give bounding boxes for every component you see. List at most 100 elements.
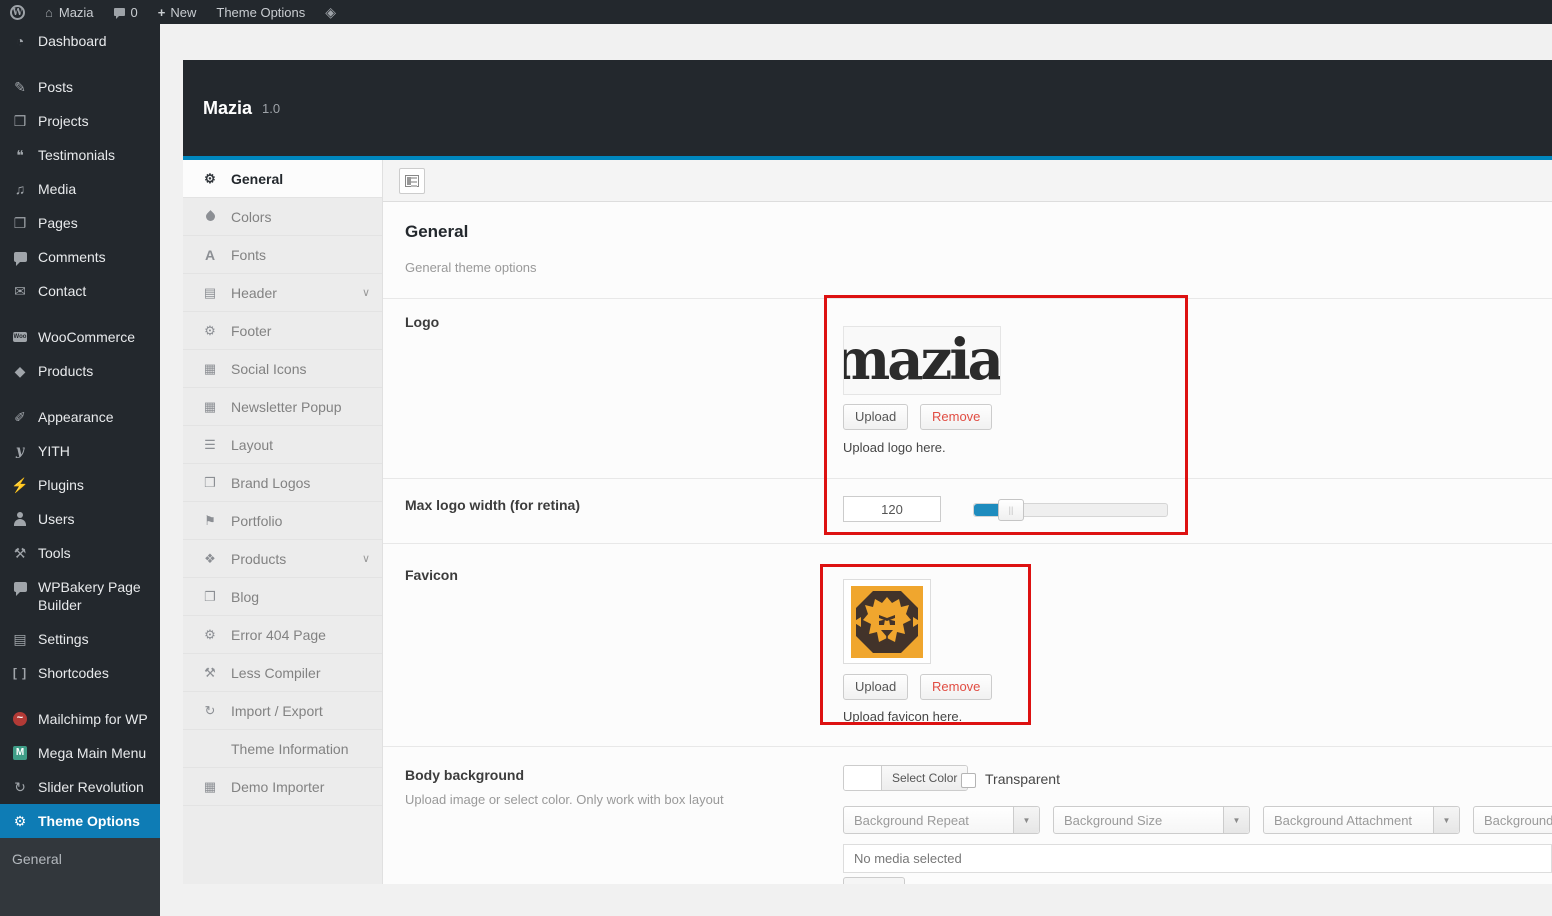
sidebar-item-theme-options[interactable]: ⚙ Theme Options	[0, 804, 160, 838]
tab-header[interactable]: ▤ Header ∨	[183, 274, 382, 312]
color-picker[interactable]: Select Color	[843, 765, 969, 791]
slider-revolution-icon: ↻	[14, 779, 26, 795]
media-upload-field[interactable]: No media selected	[843, 844, 1552, 873]
menu-separator	[0, 308, 160, 320]
wordpress-logo[interactable]: W	[0, 0, 35, 24]
folder-icon: ❒	[13, 113, 27, 129]
theme-options-menu[interactable]: Theme Options	[206, 0, 315, 24]
media-upload-button-partial[interactable]	[843, 877, 905, 884]
background-repeat-select[interactable]: Background Repeat ▼	[843, 806, 1040, 834]
tab-label: General	[231, 170, 284, 187]
tab-layout[interactable]: ☰ Layout	[183, 426, 382, 464]
logo-field-label: Logo	[405, 314, 440, 330]
user-icon	[13, 511, 27, 527]
header-icon: ▤	[203, 284, 217, 300]
sidebar-item-yith[interactable]: y YITH	[0, 434, 160, 468]
menu-separator	[0, 690, 160, 702]
tab-newsletter-popup[interactable]: ▦ Newsletter Popup	[183, 388, 382, 426]
tab-demo-importer[interactable]: ▦ Demo Importer	[183, 768, 382, 806]
wordpress-logo-icon: W	[10, 4, 25, 20]
tab-theme-information[interactable]: Theme Information	[183, 730, 382, 768]
sidebar-item-label: Products	[38, 363, 94, 379]
sidebar-item-label: Settings	[38, 631, 89, 647]
slider-handle[interactable]: ||	[998, 499, 1024, 521]
tab-label: Import / Export	[231, 702, 323, 719]
panel-header: Mazia 1.0	[183, 60, 1552, 160]
sidebar-item-label: Mailchimp for WP	[38, 711, 148, 727]
favicon-upload-button[interactable]: Upload	[843, 674, 909, 700]
tab-products[interactable]: ❖ Products ∨	[183, 540, 382, 578]
sidebar-item-users[interactable]: Users	[0, 502, 160, 536]
background-attachment-select[interactable]: Background Attachment ▼	[1263, 806, 1460, 834]
sidebar-item-testimonials[interactable]: ❝ Testimonials	[0, 138, 160, 172]
tab-fonts[interactable]: A Fonts	[183, 236, 382, 274]
comments-menu[interactable]: 0	[104, 0, 148, 24]
sidebar-item-settings[interactable]: ▤ Settings	[0, 622, 160, 656]
expand-icon	[405, 175, 419, 187]
logo-remove-button[interactable]: Remove	[920, 404, 993, 430]
sidebar-item-woocommerce[interactable]: Woo WooCommerce	[0, 320, 160, 354]
tab-footer[interactable]: ⚙ Footer	[183, 312, 382, 350]
max-logo-width-input[interactable]	[843, 496, 941, 522]
sidebar-item-contact[interactable]: ✉ Contact	[0, 274, 160, 308]
briefcase-icon: ❒	[204, 474, 216, 490]
favicon-remove-button[interactable]: Remove	[920, 674, 993, 700]
sidebar-item-appearance[interactable]: ✐ Appearance	[0, 400, 160, 434]
wpbakery-icon	[13, 582, 27, 596]
font-icon: A	[204, 246, 216, 263]
max-logo-width-slider[interactable]: ||	[973, 499, 1168, 521]
select-color-button[interactable]: Select Color	[882, 766, 968, 790]
chevron-down-icon: ∨	[361, 553, 370, 565]
new-menu[interactable]: + New	[148, 0, 207, 24]
transparent-checkbox[interactable]	[961, 773, 976, 788]
tab-brand-logos[interactable]: ❒ Brand Logos	[183, 464, 382, 502]
sidebar-item-projects[interactable]: ❒ Projects	[0, 104, 160, 138]
sidebar-item-mailchimp-for-wp[interactable]: ~ Mailchimp for WP	[0, 702, 160, 736]
site-menu[interactable]: ⌂ Mazia	[35, 0, 104, 24]
wrench-icon: ⚒	[204, 664, 216, 680]
sidebar-item-products[interactable]: ◆ Products	[0, 354, 160, 388]
background-select[interactable]: Background▼	[1473, 806, 1552, 834]
tab-label: Error 404 Page	[231, 626, 326, 643]
sidebar-item-label: Slider Revolution	[38, 779, 144, 795]
tab-import-export[interactable]: ↻ Import / Export	[183, 692, 382, 730]
sidebar-item-dashboard[interactable]: ◔ Dashboard	[0, 24, 160, 58]
plug-icon: ⚡	[11, 477, 29, 493]
options-content: General General theme options Logo mazia…	[383, 160, 1552, 884]
sidebar-item-mega-main-menu[interactable]: M Mega Main Menu	[0, 736, 160, 770]
color-swatch[interactable]	[844, 766, 882, 790]
sidebar-item-slider-revolution[interactable]: ↻ Slider Revolution	[0, 770, 160, 804]
tab-colors[interactable]: Colors	[183, 198, 382, 236]
slider-revolution-menu[interactable]: ◈	[315, 0, 346, 24]
select-value: Background	[1484, 812, 1552, 828]
sidebar-item-posts[interactable]: ✎ Posts	[0, 70, 160, 104]
tab-portfolio[interactable]: ⚑ Portfolio	[183, 502, 382, 540]
tab-error-404-page[interactable]: ⚙ Error 404 Page	[183, 616, 382, 654]
board-icon: ▦	[203, 398, 217, 414]
sidebar-item-label: Dashboard	[38, 33, 107, 49]
sidebar-item-plugins[interactable]: ⚡ Plugins	[0, 468, 160, 502]
logo-image-text: mazia	[843, 327, 1001, 393]
favicon-caption: Upload favicon here.	[843, 709, 963, 724]
sidebar-item-tools[interactable]: ⚒ Tools	[0, 536, 160, 570]
sidebar-item-label: Media	[38, 181, 77, 197]
sidebar-item-general[interactable]: General	[0, 838, 160, 916]
theme-options-label: Theme Options	[216, 4, 306, 20]
background-size-select[interactable]: Background Size ▼	[1053, 806, 1250, 834]
tab-blog[interactable]: ❐ Blog	[183, 578, 382, 616]
sidebar-item-pages[interactable]: ❐ Pages	[0, 206, 160, 240]
envelope-icon: ✉	[14, 283, 26, 299]
logo-upload-button[interactable]: Upload	[843, 404, 909, 430]
sidebar-item-wpbakery-page-builder[interactable]: WPBakery Page Builder	[0, 570, 160, 622]
quote-icon: ❝	[16, 147, 24, 163]
tab-general[interactable]: ⚙ General	[183, 160, 382, 198]
sidebar-item-media[interactable]: ♫ Media	[0, 172, 160, 206]
mailchimp-icon: ~	[13, 712, 27, 726]
sync-icon: ↻	[204, 702, 216, 718]
tab-less-compiler[interactable]: ⚒ Less Compiler	[183, 654, 382, 692]
expand-options-button[interactable]	[399, 168, 425, 194]
sidebar-item-comments[interactable]: Comments	[0, 240, 160, 274]
tab-social-icons[interactable]: ▦ Social Icons	[183, 350, 382, 388]
sidebar-item-shortcodes[interactable]: [ ] Shortcodes	[0, 656, 160, 690]
media-icon: ♫	[14, 181, 26, 197]
